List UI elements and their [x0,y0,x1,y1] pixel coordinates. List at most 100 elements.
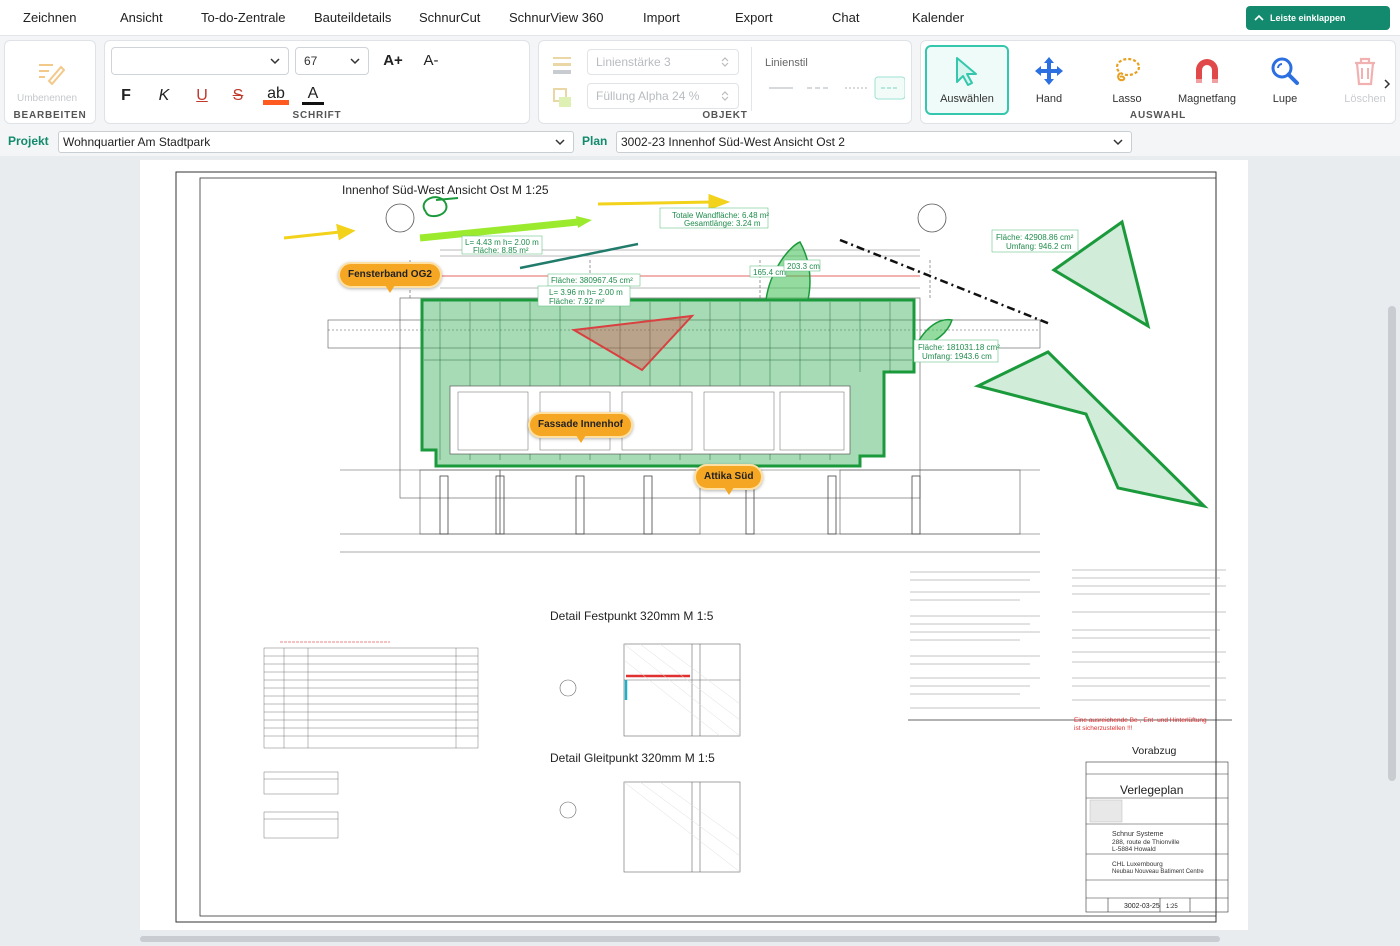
line-width-icon [553,57,571,74]
pin-fassade-innenhof[interactable]: Fassade Innenhof [528,412,634,443]
project-select[interactable]: Wohnquartier Am Stadtpark [58,131,574,153]
detail-festpunkt-title: Detail Festpunkt 320mm M 1:5 [550,609,714,623]
group-bearbeiten: Umbenennen BEARBEITEN [4,40,96,124]
titleblock-client: CHL Luxembourg [1112,861,1163,868]
menu-todo[interactable]: To-do-Zentrale [201,0,286,36]
plan-drawing: Innenhof Süd-West Ansicht Ost M 1:25 L= … [175,171,1232,923]
plan-sheet: Innenhof Süd-West Ansicht Ost M 1:25 L= … [140,160,1248,930]
measure-label: Fläche: 42908.86 cm² [996,233,1074,242]
menu-bauteildetails[interactable]: Bauteildetails [314,0,391,36]
hand-tool[interactable]: Hand [1011,47,1087,117]
cursor-arrow-icon [956,57,977,86]
menu-schnurview[interactable]: SchnurView 360 [509,0,603,36]
titleblock-scale: 1:25 [1166,904,1178,910]
group-label-schrift: SCHRIFT [292,110,342,121]
measure-label: Umfang: 1943.6 cm [922,352,992,361]
pin-attika-sued[interactable]: Attika Süd [694,464,764,495]
menu-export[interactable]: Export [735,0,773,36]
fill-icon [553,88,571,107]
move-arrows-icon [1035,57,1063,85]
measure-label: 165.4 cm [753,268,786,277]
titleblock-city: L-5884 Howald [1112,846,1156,853]
measure-label: Umfang: 946.2 cm [1006,242,1072,251]
plan-label: Plan [582,134,608,148]
underline-button[interactable]: U [191,85,213,107]
line-style-label: Linienstil [765,57,808,69]
detail-gleitpunkt-title: Detail Gleitpunkt 320mm M 1:5 [550,751,715,765]
chevron-down-icon [555,139,565,146]
zoom-tool[interactable]: Lupe [1247,47,1323,117]
select-tool-label: Auswählen [940,93,994,105]
magnet-icon [1196,59,1218,83]
magnet-tool-label: Magnetfang [1177,93,1237,105]
fill-alpha-input[interactable]: Füllung Alpha 24 % [587,83,739,109]
titleblock-company: Schnur Systeme [1112,831,1163,838]
collapse-label: Leiste einklappen [1270,13,1346,23]
menu-schnurcut[interactable]: SchnurCut [419,0,480,36]
rename-button[interactable]: Umbenennen [17,93,77,104]
pin-fensterband[interactable]: Fensterband OG2 [338,262,442,293]
lasso-icon [1115,57,1141,82]
grow-font-button[interactable]: A+ [379,50,407,72]
rename-icon [39,64,65,85]
chevron-down-icon [350,58,360,65]
trash-icon [1355,57,1375,86]
measure-label: Fläche: 181031.18 cm² [918,343,1000,352]
group-label-bearbeiten: BEARBEITEN [13,110,87,121]
ribbon: Umbenennen BEARBEITEN 67 A+ A- F K U S a… [0,36,1400,128]
highlight-button[interactable]: ab [263,83,289,105]
vertical-scrollbar[interactable] [1388,306,1396,781]
menu-chat[interactable]: Chat [832,0,859,36]
strikethrough-button[interactable]: S [227,85,249,107]
divider [751,47,752,111]
lasso-tool[interactable]: Lasso [1089,47,1165,117]
fill-alpha-value: Füllung Alpha 24 % [596,89,700,103]
lasso-tool-label: Lasso [1112,93,1142,105]
hand-tool-label: Hand [1035,93,1063,105]
plan-select[interactable]: 3002-23 Innenhof Süd-West Ansicht Ost 2 [616,131,1132,153]
magnet-tool[interactable]: Magnetfang [1169,47,1245,117]
group-label-auswahl: AUSWAHL [1129,110,1187,121]
project-label: Projekt [8,134,49,148]
group-auswahl: Auswählen Hand Lasso Magnetfang Lupe Lös… [920,40,1396,124]
menu-zeichnen[interactable]: Zeichnen [23,0,76,36]
titleblock-heading: Verlegeplan [1120,783,1183,797]
delete-tool-label: Löschen [1344,93,1386,105]
italic-button[interactable]: K [153,85,175,107]
font-color-button[interactable]: A [302,83,324,105]
project-value: Wohnquartier Am Stadtpark [63,135,211,149]
measure-label: Gesamtlänge: 3.24 m [684,219,761,228]
titleblock-building: Neubau Nouveau Batiment Centre [1112,869,1204,875]
menu-ansicht[interactable]: Ansicht [120,0,163,36]
bold-button[interactable]: F [115,85,137,107]
measure-label: 203.3 cm [787,262,820,271]
line-style-options [769,76,905,100]
menu-import[interactable]: Import [643,0,680,36]
line-width-value: Linienstärke 3 [596,55,671,69]
group-label-objekt: OBJEKT [702,110,748,121]
plan-value: 3002-23 Innenhof Süd-West Ansicht Ost 2 [621,135,845,149]
menu-kalender[interactable]: Kalender [912,0,964,36]
stepper-icon [721,91,729,101]
measure-label: L= 3.96 m h= 2.00 m [549,288,623,297]
vorabzug-label: Vorabzug [1132,745,1177,757]
collapse-ribbon-button[interactable]: Leiste einklappen [1246,6,1390,30]
measure-label: Fläche: 7.92 m² [549,297,605,306]
ventilation-note: Eine ausreichende Be-, Ent- und Hinterlü… [1074,717,1207,724]
horizontal-scrollbar[interactable] [140,936,1220,942]
select-tool[interactable]: Auswählen [925,45,1009,115]
shrink-font-button[interactable]: A- [417,50,445,72]
drawing-canvas[interactable]: Innenhof Süd-West Ansicht Ost M 1:25 L= … [0,156,1400,946]
group-objekt: Linienstärke 3 Füllung Alpha 24 % Linien… [538,40,912,124]
font-size-value: 67 [304,54,318,68]
chevron-down-icon [1113,139,1123,146]
drawing-title: Innenhof Süd-West Ansicht Ost M 1:25 [342,183,549,197]
chevron-right-icon[interactable] [1383,79,1391,89]
font-family-select[interactable] [111,47,289,75]
zoom-tool-label: Lupe [1272,93,1298,105]
line-width-input[interactable]: Linienstärke 3 [587,49,739,75]
chevron-down-icon [270,58,280,65]
magnifier-icon [1271,57,1299,85]
font-size-select[interactable]: 67 [295,47,369,75]
stepper-icon [721,57,729,67]
